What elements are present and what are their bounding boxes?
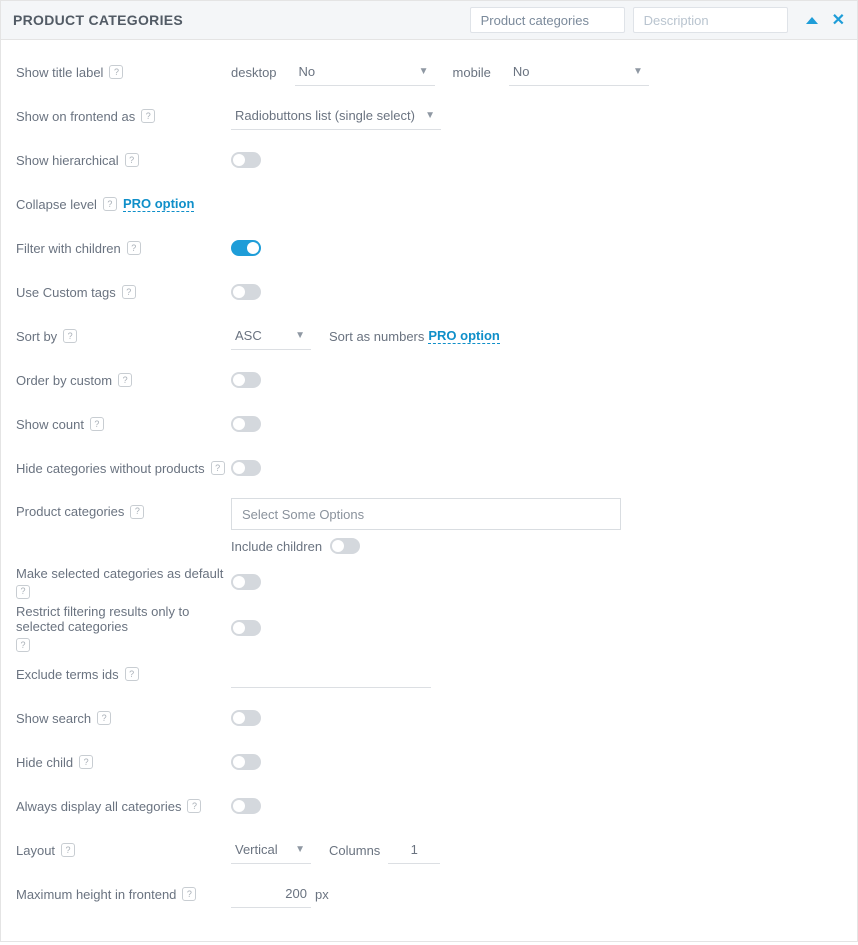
row-hide-empty: Hide categories without products ? [16, 446, 842, 490]
row-use-custom-tags: Use Custom tags ? [16, 270, 842, 314]
exclude-terms-input[interactable] [231, 660, 431, 688]
row-filter-with-children: Filter with children ? [16, 226, 842, 270]
include-children-toggle[interactable] [330, 538, 360, 554]
help-icon[interactable]: ? [79, 755, 93, 769]
panel-header: PRODUCT CATEGORIES ✕ [1, 1, 857, 40]
row-make-default: Make selected categories as default ? [16, 560, 842, 604]
row-product-categories: Product categories ? Select Some Options… [16, 490, 842, 554]
include-children-label: Include children [231, 539, 322, 554]
label: Maximum height in frontend [16, 887, 176, 902]
caret-down-icon: ▼ [425, 110, 435, 121]
use-custom-tags-toggle[interactable] [231, 284, 261, 300]
help-icon[interactable]: ? [182, 887, 196, 901]
help-icon[interactable]: ? [61, 843, 75, 857]
desktop-label: desktop [231, 65, 277, 80]
always-display-all-toggle[interactable] [231, 798, 261, 814]
maximum-height-input[interactable] [231, 880, 311, 908]
label: Collapse level [16, 197, 97, 212]
help-icon[interactable]: ? [141, 109, 155, 123]
help-icon[interactable]: ? [63, 329, 77, 343]
panel-title: PRODUCT CATEGORIES [13, 12, 183, 28]
help-icon[interactable]: ? [125, 153, 139, 167]
help-icon[interactable]: ? [90, 417, 104, 431]
pro-option-link[interactable]: PRO option [123, 196, 195, 212]
help-icon[interactable]: ? [118, 373, 132, 387]
filter-with-children-toggle[interactable] [231, 240, 261, 256]
help-icon[interactable]: ? [16, 585, 30, 599]
row-collapse-level: Collapse level ? PRO option [16, 182, 842, 226]
label: Show count [16, 417, 84, 432]
unit-label: px [315, 887, 329, 902]
row-hide-child: Hide child ? [16, 740, 842, 784]
label: Exclude terms ids [16, 667, 119, 682]
show-title-mobile-select[interactable]: No▼ [509, 58, 649, 86]
label: Product categories [16, 504, 124, 519]
label: Show hierarchical [16, 153, 119, 168]
row-order-by-custom: Order by custom ? [16, 358, 842, 402]
row-show-count: Show count ? [16, 402, 842, 446]
caret-down-icon: ▼ [295, 844, 305, 855]
label: Hide categories without products [16, 461, 205, 476]
row-show-hierarchical: Show hierarchical ? [16, 138, 842, 182]
close-icon[interactable]: ✕ [832, 10, 845, 30]
row-show-search: Show search ? [16, 696, 842, 740]
label: Sort by [16, 329, 57, 344]
show-hierarchical-toggle[interactable] [231, 152, 261, 168]
title-input[interactable] [470, 7, 625, 33]
row-sort-by: Sort by ? ASC▼ Sort as numbers PRO optio… [16, 314, 842, 358]
sort-by-select[interactable]: ASC▼ [231, 322, 311, 350]
label: Layout [16, 843, 55, 858]
mobile-label: mobile [453, 65, 491, 80]
label: Show on frontend as [16, 109, 135, 124]
description-input[interactable] [633, 7, 788, 33]
show-title-desktop-select[interactable]: No▼ [295, 58, 435, 86]
show-count-toggle[interactable] [231, 416, 261, 432]
make-default-toggle[interactable] [231, 574, 261, 590]
label: Use Custom tags [16, 285, 116, 300]
columns-input[interactable] [388, 836, 440, 864]
help-icon[interactable]: ? [130, 505, 144, 519]
caret-down-icon: ▼ [295, 330, 305, 341]
help-icon[interactable]: ? [125, 667, 139, 681]
panel-body: Show title label ? desktop No▼ mobile No… [1, 40, 857, 941]
frontend-as-select[interactable]: Radiobuttons list (single select)▼ [231, 102, 441, 130]
label: Hide child [16, 755, 73, 770]
hide-empty-toggle[interactable] [231, 460, 261, 476]
restrict-results-toggle[interactable] [231, 620, 261, 636]
layout-select[interactable]: Vertical▼ [231, 836, 311, 864]
label: Make selected categories as default [16, 566, 223, 581]
help-icon[interactable]: ? [187, 799, 201, 813]
label: Show title label [16, 65, 103, 80]
columns-label: Columns [329, 843, 380, 858]
label: Order by custom [16, 373, 112, 388]
help-icon[interactable]: ? [122, 285, 136, 299]
label: Always display all categories [16, 799, 181, 814]
row-restrict-results: Restrict filtering results only to selec… [16, 604, 842, 652]
help-icon[interactable]: ? [127, 241, 141, 255]
pro-option-link[interactable]: PRO option [428, 328, 500, 344]
order-by-custom-toggle[interactable] [231, 372, 261, 388]
caret-down-icon: ▼ [633, 66, 643, 77]
caret-down-icon: ▼ [419, 66, 429, 77]
help-icon[interactable]: ? [211, 461, 225, 475]
collapse-icon[interactable] [806, 17, 818, 24]
label: Filter with children [16, 241, 121, 256]
settings-panel: PRODUCT CATEGORIES ✕ Show title label ? … [0, 0, 858, 942]
show-search-toggle[interactable] [231, 710, 261, 726]
label: Show search [16, 711, 91, 726]
help-icon[interactable]: ? [103, 197, 117, 211]
product-categories-select[interactable]: Select Some Options [231, 498, 621, 530]
row-exclude-terms: Exclude terms ids ? [16, 652, 842, 696]
row-layout: Layout ? Vertical▼ Columns [16, 828, 842, 872]
sort-as-numbers-label: Sort as numbers [329, 329, 424, 344]
help-icon[interactable]: ? [16, 638, 30, 652]
row-always-display-all: Always display all categories ? [16, 784, 842, 828]
row-maximum-height: Maximum height in frontend ? px [16, 872, 842, 916]
help-icon[interactable]: ? [97, 711, 111, 725]
label: Restrict filtering results only to selec… [16, 604, 231, 634]
row-show-title-label: Show title label ? desktop No▼ mobile No… [16, 50, 842, 94]
help-icon[interactable]: ? [109, 65, 123, 79]
row-show-on-frontend-as: Show on frontend as ? Radiobuttons list … [16, 94, 842, 138]
hide-child-toggle[interactable] [231, 754, 261, 770]
